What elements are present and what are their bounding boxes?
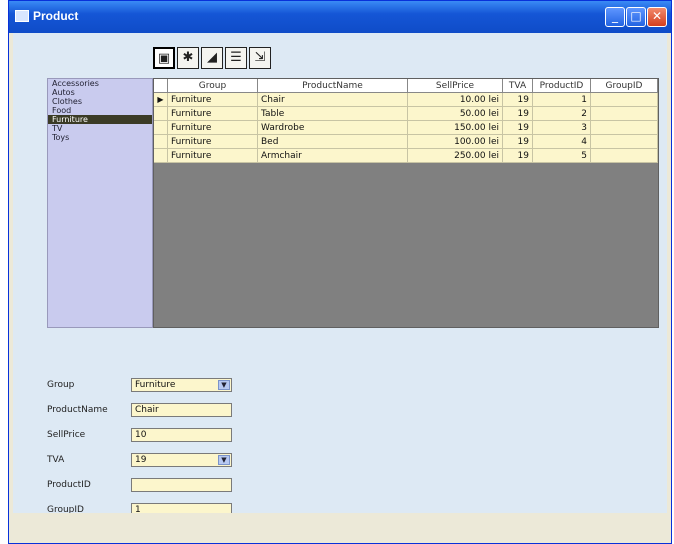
column-header-tva[interactable]: TVA (503, 79, 533, 93)
table-cell[interactable]: Chair (258, 93, 408, 107)
table-cell[interactable]: Bed (258, 135, 408, 149)
product-id-field[interactable] (131, 478, 232, 492)
grid-window-icon (15, 10, 29, 22)
users-icon: ✱ (182, 50, 194, 65)
toolbar: ▣ ✱ ◢ ☰ ⇲ (153, 47, 271, 69)
group-item-accessories[interactable]: Accessories (48, 79, 152, 88)
group-item-toys[interactable]: Toys (48, 133, 152, 142)
chevron-down-icon[interactable]: ▼ (218, 455, 230, 465)
products-grid[interactable]: Group ProductName SellPrice TVA ProductI… (153, 78, 659, 328)
table-cell[interactable] (591, 149, 658, 163)
table-cell[interactable]: 2 (533, 107, 591, 121)
table-cell[interactable] (591, 107, 658, 121)
row-selector[interactable] (154, 107, 168, 121)
users-button[interactable]: ✱ (177, 47, 199, 69)
column-header-group[interactable]: Group (168, 79, 258, 93)
table-cell[interactable]: 19 (503, 149, 533, 163)
form-view-icon: ▣ (157, 51, 171, 66)
form-view-button[interactable]: ▣ (153, 47, 175, 69)
group-list[interactable]: Accessories Autos Clothes Food Furniture… (47, 78, 153, 328)
product-id-label: ProductID (47, 480, 91, 490)
row-selector[interactable] (154, 135, 168, 149)
column-header-productname[interactable]: ProductName (258, 79, 408, 93)
chart-button[interactable]: ◢ (201, 47, 223, 69)
export-icon: ⇲ (254, 50, 266, 65)
tva-select[interactable]: 19 ▼ (131, 453, 232, 467)
minimize-button[interactable]: _ (605, 7, 625, 27)
table-cell[interactable]: 3 (533, 121, 591, 135)
group-select-value: Furniture (135, 380, 176, 390)
title-bar[interactable]: Product _ □ ✕ (9, 1, 671, 33)
table-cell[interactable]: Table (258, 107, 408, 121)
client-area: ▣ ✱ ◢ ☰ ⇲ Accessories Autos Clothes Food… (13, 33, 667, 537)
table-cell[interactable]: 250.00 lei (408, 149, 503, 163)
product-name-label: ProductName (47, 405, 108, 415)
table-cell[interactable]: Furniture (168, 107, 258, 121)
table-cell[interactable]: Furniture (168, 135, 258, 149)
tva-label: TVA (47, 455, 65, 465)
sell-price-field[interactable]: 10 (131, 428, 232, 442)
table-cell[interactable]: Wardrobe (258, 121, 408, 135)
group-item-clothes[interactable]: Clothes (48, 97, 152, 106)
product-name-field[interactable]: Chair (131, 403, 232, 417)
table-row[interactable]: Furniture Table 50.00 lei 19 2 (154, 107, 658, 121)
table-row[interactable]: Furniture Wardrobe 150.00 lei 19 3 (154, 121, 658, 135)
group-item-autos[interactable]: Autos (48, 88, 152, 97)
table-cell[interactable]: 5 (533, 149, 591, 163)
maximize-button[interactable]: □ (626, 7, 646, 27)
table-cell[interactable]: Furniture (168, 149, 258, 163)
sell-price-row: SellPrice 10 (47, 428, 267, 443)
product-window: Product _ □ ✕ ▣ ✱ ◢ ☰ ⇲ Accessories Auto… (8, 0, 672, 544)
row-selector[interactable] (154, 149, 168, 163)
table-cell[interactable] (591, 135, 658, 149)
group-row: Group Furniture ▼ (47, 378, 267, 393)
table-view-button[interactable]: ☰ (225, 47, 247, 69)
grid-header-row: Group ProductName SellPrice TVA ProductI… (154, 79, 658, 93)
table-cell[interactable] (591, 121, 658, 135)
chevron-down-icon[interactable]: ▼ (218, 380, 230, 390)
table-cell[interactable]: 19 (503, 107, 533, 121)
group-label: Group (47, 380, 75, 390)
close-button[interactable]: ✕ (647, 7, 667, 27)
row-selector[interactable] (154, 121, 168, 135)
tva-select-value: 19 (135, 455, 147, 465)
group-item-food[interactable]: Food (48, 106, 152, 115)
table-row[interactable]: Furniture Bed 100.00 lei 19 4 (154, 135, 658, 149)
group-item-furniture[interactable]: Furniture (48, 115, 152, 124)
product-id-row: ProductID (47, 478, 267, 493)
table-view-icon: ☰ (230, 50, 242, 65)
table-cell[interactable]: 19 (503, 135, 533, 149)
window-title: Product (33, 9, 79, 23)
column-header-productid[interactable]: ProductID (533, 79, 591, 93)
group-select[interactable]: Furniture ▼ (131, 378, 232, 392)
table-row[interactable]: ▶ Furniture Chair 10.00 lei 19 1 (154, 93, 658, 107)
table-cell[interactable]: 10.00 lei (408, 93, 503, 107)
table-cell[interactable]: 1 (533, 93, 591, 107)
table-cell[interactable]: 100.00 lei (408, 135, 503, 149)
table-cell[interactable] (591, 93, 658, 107)
table-cell[interactable]: 50.00 lei (408, 107, 503, 121)
table-cell[interactable]: 150.00 lei (408, 121, 503, 135)
table-cell[interactable]: 4 (533, 135, 591, 149)
tva-row: TVA 19 ▼ (47, 453, 267, 468)
table-cell[interactable]: Furniture (168, 121, 258, 135)
current-row-marker: ▶ (154, 93, 168, 107)
table-cell[interactable]: 19 (503, 93, 533, 107)
table-cell[interactable]: Armchair (258, 149, 408, 163)
table-cell[interactable]: 19 (503, 121, 533, 135)
window-footer (13, 513, 667, 537)
column-header-sellprice[interactable]: SellPrice (408, 79, 503, 93)
row-selector-header (154, 79, 168, 93)
table-row[interactable]: Furniture Armchair 250.00 lei 19 5 (154, 149, 658, 163)
group-item-tv[interactable]: TV (48, 124, 152, 133)
column-header-groupid[interactable]: GroupID (591, 79, 658, 93)
sell-price-label: SellPrice (47, 430, 86, 440)
chart-icon: ◢ (207, 50, 217, 65)
table-cell[interactable]: Furniture (168, 93, 258, 107)
product-name-row: ProductName Chair (47, 403, 267, 418)
export-button[interactable]: ⇲ (249, 47, 271, 69)
